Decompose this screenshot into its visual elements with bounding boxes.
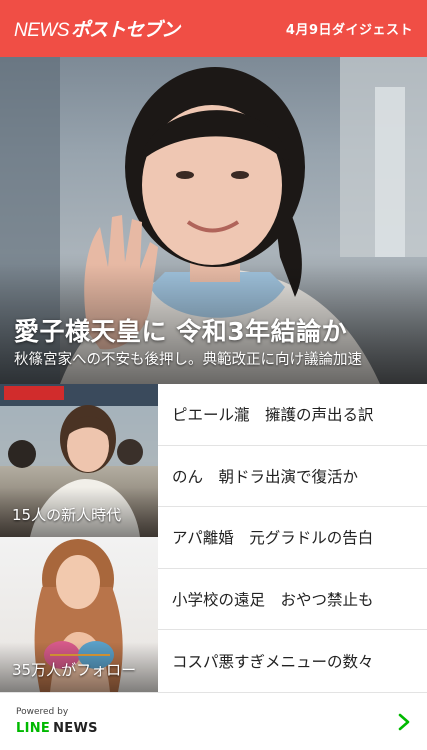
headline-list: ピエール瀧 擁護の声出る訳 のん 朝ドラ出演で復活か アパ離婚 元グラドルの告白… <box>158 384 427 692</box>
thumbnail-article-2[interactable]: 35万人がフォロー <box>0 537 158 692</box>
line-news-logo[interactable]: LINE NEWS <box>16 721 98 736</box>
list-item[interactable]: アパ離婚 元グラドルの告白 <box>158 507 427 569</box>
hero-article[interactable]: 愛子様天皇に 令和3年結論か 秋篠宮家への不安も後押し。典範改正に向け議論加速 <box>0 57 427 384</box>
news-text: NEWS <box>53 721 98 736</box>
thumbnail-caption-1: 15人の新人時代 <box>12 506 122 524</box>
hero-headline[interactable]: 愛子様天皇に 令和3年結論か <box>14 312 347 348</box>
list-item[interactable]: のん 朝ドラ出演で復活か <box>158 446 427 508</box>
list-item[interactable]: 小学校の遠足 おやつ禁止も <box>158 569 427 631</box>
digest-date-label: 4月9日ダイジェスト <box>285 23 413 38</box>
list-item[interactable]: ピエール瀧 擁護の声出る訳 <box>158 384 427 446</box>
line-text: LINE <box>16 721 51 736</box>
article-grid: 15人の新人時代 35万人がフォロー ピエール瀧 擁護の声出る訳 のん 朝ドラ出… <box>0 384 427 692</box>
chevron-right-icon[interactable] <box>395 712 413 732</box>
logo-news-text: NEWS <box>14 20 70 41</box>
hero-subheadline: 秋篠宮家への不安も後押し。典範改正に向け議論加速 <box>14 352 362 368</box>
footer-bar: Powered by LINE NEWS <box>0 692 427 750</box>
logo-brand-text: ポストセブン <box>71 19 180 41</box>
header-bar: NEWS ポストセブン 4月9日ダイジェスト <box>0 0 427 57</box>
news-postseven-logo[interactable]: NEWS ポストセブン <box>14 15 180 42</box>
powered-by-label: Powered by <box>16 707 69 717</box>
list-item[interactable]: コスパ悪すぎメニューの数々 <box>158 630 427 692</box>
thumbnail-caption-2: 35万人がフォロー <box>12 661 137 679</box>
thumbnail-article-1[interactable]: 15人の新人時代 <box>0 384 158 537</box>
